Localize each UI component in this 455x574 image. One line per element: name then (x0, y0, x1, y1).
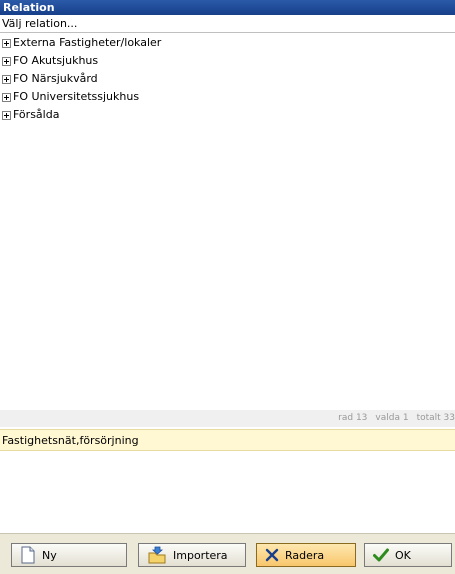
import-folder-icon (148, 546, 166, 564)
tree-item-label: FO Universitetssjukhus (13, 90, 140, 103)
expand-plus-icon[interactable] (2, 56, 11, 66)
tree-item-forsalda[interactable]: Försålda (0, 106, 455, 124)
window-title: Relation (0, 0, 455, 15)
relation-selector[interactable]: Välj relation... (0, 15, 455, 33)
expand-plus-icon[interactable] (2, 110, 11, 120)
tree-item-akutsjukhus[interactable]: FO Akutsjukhus (0, 52, 455, 70)
tree-item-narsjukvard[interactable]: FO Närsjukvård (0, 70, 455, 88)
new-button-label: Ny (42, 548, 57, 562)
tree-item-label: Försålda (13, 108, 60, 121)
delete-x-icon (265, 548, 279, 562)
selected-count: valda 1 (375, 413, 409, 423)
import-button[interactable]: Importera (138, 543, 246, 567)
delete-button[interactable]: Radera (256, 543, 356, 567)
expand-plus-icon[interactable] (2, 74, 11, 84)
new-button[interactable]: Ny (11, 543, 127, 567)
ok-button-label: OK (395, 548, 411, 562)
detail-panel (0, 451, 455, 533)
tree-item-universitetssjukhus[interactable]: FO Universitetssjukhus (0, 88, 455, 106)
import-button-label: Importera (173, 548, 228, 562)
button-bar: Ny Importera Radera OK (0, 533, 455, 574)
delete-button-label: Radera (285, 548, 325, 562)
total-count: totalt 33 (416, 413, 455, 423)
ok-button[interactable]: OK (364, 543, 452, 567)
tree-item-label: FO Närsjukvård (13, 72, 98, 85)
tree-item-label: Externa Fastigheter/lokaler (13, 36, 162, 49)
selected-relation-title: Fastighetsnät,försörjning (0, 429, 455, 451)
expand-plus-icon[interactable] (2, 92, 11, 102)
tree-item-label: FO Akutsjukhus (13, 54, 99, 67)
row-count: rad 13 (338, 413, 368, 423)
new-document-icon (21, 546, 35, 564)
checkmark-icon (373, 548, 389, 562)
expand-plus-icon[interactable] (2, 38, 11, 48)
tree-item-externa[interactable]: Externa Fastigheter/lokaler (0, 34, 455, 52)
relation-tree: Externa Fastigheter/lokaler FO Akutsjukh… (0, 34, 455, 409)
status-bar: rad 13 valda 1 totalt 33 (0, 410, 455, 427)
